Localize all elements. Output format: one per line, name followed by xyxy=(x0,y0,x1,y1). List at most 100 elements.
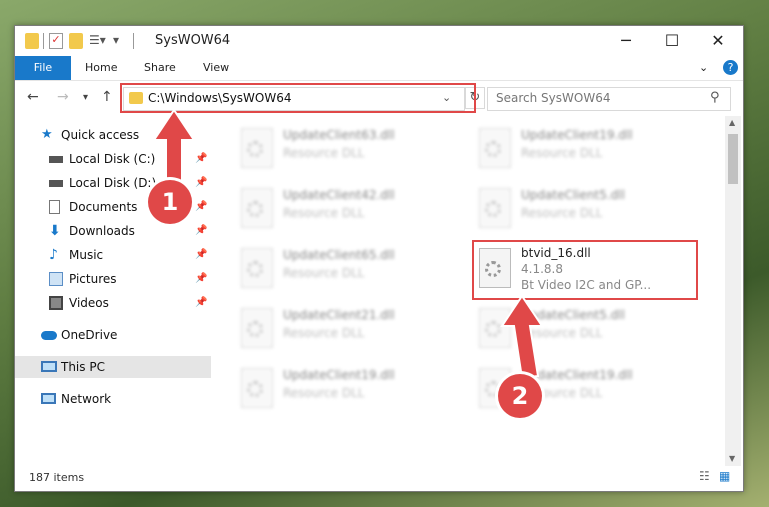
status-bar: 187 items ☷ ▦ xyxy=(15,466,743,490)
list-item[interactable]: UpdateClient42.dll Resource DLL xyxy=(221,182,441,234)
ribbon-expand-icon[interactable]: ⌄ xyxy=(699,56,708,80)
file-name: UpdateClient5.dll xyxy=(521,188,625,202)
item-count: 187 items xyxy=(29,471,85,484)
file-description: Resource DLL xyxy=(521,206,603,220)
file-description: Resource DLL xyxy=(283,206,365,220)
chevron-down-icon[interactable]: ▾ xyxy=(113,33,127,49)
sidebar-item-label: Videos xyxy=(69,296,109,310)
sidebar-item-label: Music xyxy=(69,248,104,262)
close-button[interactable]: ✕ xyxy=(695,26,741,56)
sidebar-item-this-pc[interactable]: This PC xyxy=(15,356,211,378)
list-item[interactable]: UpdateClient5.dll Resource DLL xyxy=(459,182,679,234)
title-bar: ✓ ☰▾ ▾ SysWOW64 ─ ☐ ✕ xyxy=(15,26,743,56)
pin-icon[interactable]: 📌 xyxy=(195,196,207,218)
sidebar-item-label: Local Disk (C:) xyxy=(69,152,156,166)
file-description: Resource DLL xyxy=(521,326,603,340)
list-item[interactable]: UpdateClient65.dll Resource DLL xyxy=(221,242,441,294)
sidebar-item-pictures[interactable]: Pictures 📌 xyxy=(49,268,211,290)
file-name: UpdateClient19.dll xyxy=(521,368,633,382)
file-description: Resource DLL xyxy=(521,146,603,160)
forward-button[interactable]: → xyxy=(57,89,69,105)
properties-icon[interactable]: ✓ xyxy=(49,33,63,49)
large-icons-view-icon[interactable]: ▦ xyxy=(719,469,730,483)
network-icon xyxy=(41,393,56,404)
back-button[interactable]: ← xyxy=(27,89,39,105)
list-item[interactable]: UpdateClient19.dll Resource DLL xyxy=(459,362,679,414)
music-note-icon: ♪ xyxy=(49,247,58,263)
tab-view[interactable]: View xyxy=(203,56,229,80)
tab-share[interactable]: Share xyxy=(144,56,176,80)
sidebar-item-label: Documents xyxy=(69,200,138,214)
file-name: UpdateClient5.dll xyxy=(521,308,625,322)
vertical-scrollbar[interactable]: ▲ ▼ xyxy=(725,116,741,466)
picture-icon xyxy=(49,272,63,286)
navigation-pane: ★ Quick access Local Disk (C:) 📌 Local D… xyxy=(15,120,211,460)
sidebar-item-local-disk-c[interactable]: Local Disk (C:) 📌 xyxy=(49,148,211,170)
file-highlight-box xyxy=(472,240,698,300)
new-folder-icon[interactable] xyxy=(69,33,83,49)
file-name: UpdateClient65.dll xyxy=(283,248,395,262)
sidebar-item-label: Pictures xyxy=(69,272,117,286)
file-description: Resource DLL xyxy=(283,266,365,280)
dll-file-icon xyxy=(241,128,273,168)
sidebar-item-label: Network xyxy=(61,392,112,406)
maximize-button[interactable]: ☐ xyxy=(649,26,695,56)
pin-icon[interactable]: 📌 xyxy=(195,220,207,242)
file-tab[interactable]: File xyxy=(15,56,71,80)
search-icon[interactable]: ⚲ xyxy=(710,90,720,105)
scrollbar-thumb[interactable] xyxy=(728,134,738,184)
sidebar-item-music[interactable]: ♪ Music 📌 xyxy=(49,244,211,266)
dll-file-icon xyxy=(479,188,511,228)
list-item[interactable]: UpdateClient19.dll Resource DLL xyxy=(459,122,679,174)
drive-icon xyxy=(49,180,63,187)
dll-file-icon xyxy=(241,308,273,348)
sidebar-item-network[interactable]: Network xyxy=(41,388,211,410)
list-item[interactable]: UpdateClient21.dll Resource DLL xyxy=(221,302,441,354)
address-highlight-box xyxy=(120,83,476,113)
divider xyxy=(133,33,134,49)
sidebar-item-quick-access[interactable]: ★ Quick access xyxy=(41,124,211,146)
search-placeholder: Search SysWOW64 xyxy=(496,91,611,105)
sidebar-item-label: This PC xyxy=(61,360,105,374)
details-view-icon[interactable]: ☷ xyxy=(699,469,710,483)
sidebar-item-label: Downloads xyxy=(69,224,135,238)
dll-file-icon xyxy=(479,308,511,348)
up-button[interactable]: ↑ xyxy=(101,89,113,105)
sidebar-item-onedrive[interactable]: OneDrive xyxy=(41,324,211,346)
search-box[interactable]: Search SysWOW64 ⚲ xyxy=(487,87,731,111)
help-icon[interactable]: ? xyxy=(723,60,738,75)
list-item[interactable]: UpdateClient5.dll Resource DLL xyxy=(459,302,679,354)
cloud-icon xyxy=(41,331,57,340)
dll-file-icon xyxy=(241,248,273,288)
divider xyxy=(43,33,44,49)
pin-icon[interactable]: 📌 xyxy=(195,148,207,170)
ribbon: File Home Share View ⌄ ? xyxy=(15,56,743,81)
minimize-button[interactable]: ─ xyxy=(603,26,649,56)
scroll-up-icon[interactable]: ▲ xyxy=(729,118,735,127)
sidebar-item-videos[interactable]: Videos 📌 xyxy=(49,292,211,314)
star-icon: ★ xyxy=(41,127,53,142)
customize-toolbar-icon[interactable]: ☰▾ xyxy=(89,33,106,49)
scroll-down-icon[interactable]: ▼ xyxy=(729,454,735,463)
pin-icon[interactable]: 📌 xyxy=(195,244,207,266)
file-name: UpdateClient63.dll xyxy=(283,128,395,142)
recent-locations-icon[interactable]: ▾ xyxy=(83,92,88,103)
step-two-badge: 2 xyxy=(498,374,542,418)
file-description: Resource DLL xyxy=(283,326,365,340)
film-icon xyxy=(49,296,63,310)
dll-file-icon xyxy=(241,368,273,408)
sidebar-item-downloads[interactable]: ⬇ Downloads 📌 xyxy=(49,220,211,242)
list-item[interactable]: UpdateClient63.dll Resource DLL xyxy=(221,122,441,174)
sidebar-item-label: Quick access xyxy=(61,128,140,142)
list-item[interactable]: UpdateClient19.dll Resource DLL xyxy=(221,362,441,414)
file-name: UpdateClient21.dll xyxy=(283,308,395,322)
document-icon xyxy=(49,200,60,214)
drive-icon xyxy=(49,156,63,163)
dll-file-icon xyxy=(479,128,511,168)
tab-home[interactable]: Home xyxy=(85,56,117,80)
pin-icon[interactable]: 📌 xyxy=(195,172,207,194)
sidebar-item-label: Local Disk (D:) xyxy=(69,176,157,190)
pin-icon[interactable]: 📌 xyxy=(195,268,207,290)
folder-icon xyxy=(25,33,39,49)
pin-icon[interactable]: 📌 xyxy=(195,292,207,314)
